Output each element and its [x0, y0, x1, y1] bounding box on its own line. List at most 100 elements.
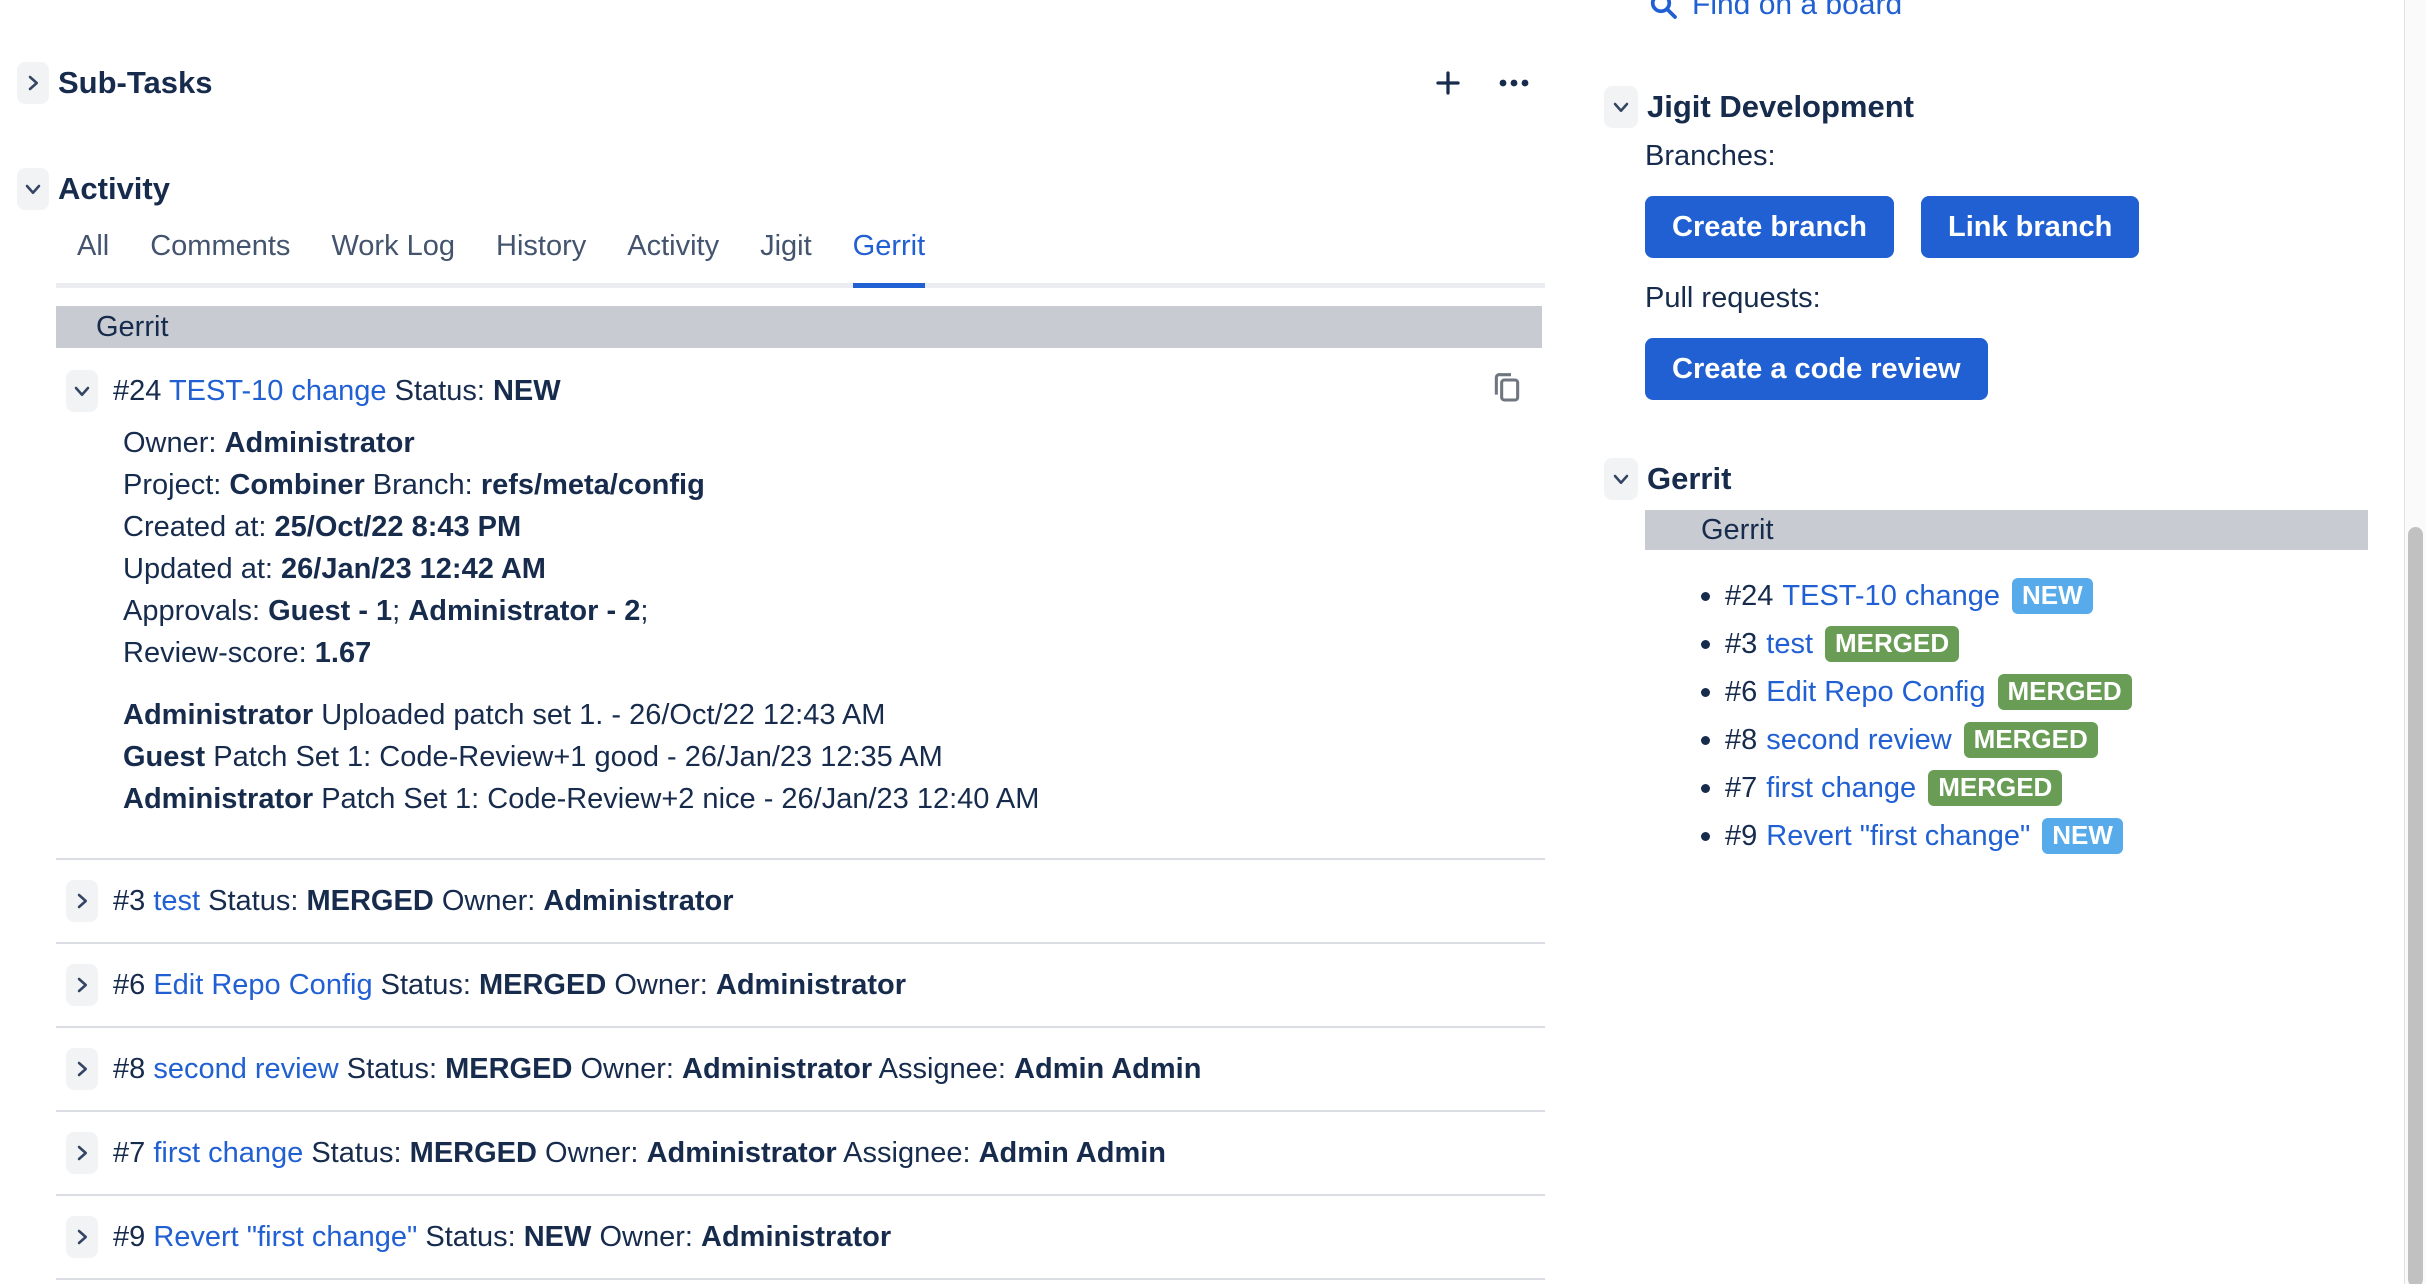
chevron-down-icon[interactable]	[17, 168, 49, 210]
chevron-down-icon[interactable]	[1604, 86, 1638, 128]
tab-history[interactable]: History	[496, 230, 586, 283]
change-link[interactable]: TEST-10 change	[1782, 580, 2000, 613]
owner-label: Owner:	[614, 969, 707, 1001]
more-actions-icon[interactable]	[1497, 77, 1531, 89]
tab-work-log[interactable]: Work Log	[331, 230, 455, 283]
status-label: Status:	[425, 1221, 515, 1253]
tab-jigit[interactable]: Jigit	[760, 230, 812, 283]
approvals-line: Approvals: Guest - 1; Administrator - 2;	[123, 590, 1545, 632]
change-link[interactable]: Edit Repo Config	[153, 969, 372, 1001]
list-item: #9 Revert "first change" NEW	[1645, 812, 2132, 860]
list-item: #3 test MERGED	[1645, 620, 2132, 668]
change-header-row: #24 TEST-10 change Status: NEW	[66, 370, 1545, 412]
review-score-value: 1.67	[315, 637, 371, 669]
status-value: MERGED	[445, 1053, 572, 1085]
change-id: #9	[113, 1221, 145, 1253]
change-link[interactable]: second review	[153, 1053, 338, 1085]
list-item: #24 TEST-10 change NEW	[1645, 572, 2132, 620]
assignee-value: Admin Admin	[1014, 1053, 1201, 1085]
change-link[interactable]: test	[1766, 628, 1813, 661]
search-icon	[1647, 0, 1679, 21]
status-badge: MERGED	[1964, 722, 2098, 758]
branches-label: Branches:	[1645, 140, 1776, 173]
gerrit-change-row: #6 Edit Repo Config Status: MERGED Owner…	[56, 942, 1545, 1026]
create-code-review-button[interactable]: Create a code review	[1645, 338, 1988, 400]
change-headline: #24 TEST-10 change Status: NEW	[113, 375, 561, 408]
review-score-line: Review-score: 1.67	[123, 632, 1545, 674]
chevron-right-icon[interactable]	[66, 964, 98, 1006]
change-link[interactable]: TEST-10 change	[169, 375, 387, 407]
status-value: NEW	[493, 375, 561, 407]
project-label: Project:	[123, 469, 221, 501]
chevron-right-icon[interactable]	[66, 1216, 98, 1258]
status-value: MERGED	[410, 1137, 537, 1169]
find-on-board-label: Find on a board	[1692, 0, 1902, 22]
find-on-board-link[interactable]: Find on a board	[1647, 0, 1902, 22]
scrollbar-track[interactable]	[2404, 0, 2426, 1284]
change-link[interactable]: first change	[153, 1137, 303, 1169]
change-id: #8	[113, 1053, 145, 1085]
change-details: Owner: Administrator Project: Combiner B…	[123, 422, 1545, 674]
chevron-right-icon[interactable]	[66, 1048, 98, 1090]
created-value: 25/Oct/22 8:43 PM	[275, 511, 522, 543]
chevron-right-icon[interactable]	[66, 880, 98, 922]
link-branch-button[interactable]: Link branch	[1921, 196, 2139, 258]
change-id: #8	[1725, 724, 1757, 757]
copy-icon[interactable]	[1491, 370, 1523, 406]
owner-label: Owner:	[123, 427, 216, 459]
change-messages: Administrator Uploaded patch set 1. - 26…	[123, 694, 1545, 820]
owner-line: Owner: Administrator	[123, 422, 1545, 464]
owner-label: Owner:	[442, 885, 535, 917]
message-author: Administrator	[123, 783, 313, 815]
approval-2: Administrator - 2	[408, 595, 640, 627]
change-id: #6	[1725, 676, 1757, 709]
change-link[interactable]: Revert "first change"	[1766, 820, 2030, 853]
owner-value: Administrator	[225, 427, 415, 459]
tab-all[interactable]: All	[77, 230, 109, 283]
change-link[interactable]: first change	[1766, 772, 1916, 805]
owner-label: Owner:	[580, 1053, 673, 1085]
sidebar-gerrit-panel-header: Gerrit	[1645, 510, 2368, 550]
owner-label: Owner:	[599, 1221, 692, 1253]
assignee-value: Admin Admin	[979, 1137, 1166, 1169]
scrollbar-thumb[interactable]	[2408, 527, 2423, 1284]
change-summary: #6 Edit Repo Config Status: MERGED Owner…	[113, 964, 906, 1006]
updated-line: Updated at: 26/Jan/23 12:42 AM	[123, 548, 1545, 590]
activity-title: Activity	[58, 171, 170, 207]
add-subtask-button[interactable]	[1433, 68, 1463, 98]
message-text: Patch Set 1: Code-Review+1 good - 26/Jan…	[213, 741, 943, 773]
change-id: #24	[113, 375, 161, 407]
change-id: #7	[1725, 772, 1757, 805]
change-summary: #9 Revert "first change" Status: NEW Own…	[113, 1216, 891, 1258]
change-link[interactable]: test	[153, 885, 200, 917]
chevron-right-icon[interactable]	[66, 1132, 98, 1174]
status-badge: MERGED	[1998, 674, 2132, 710]
chevron-down-icon[interactable]	[66, 370, 98, 412]
change-link[interactable]: Revert "first change"	[153, 1221, 417, 1253]
approval-1: Guest - 1	[268, 595, 392, 627]
sidebar-gerrit-header: Gerrit	[1604, 458, 1731, 500]
message-text: Uploaded patch set 1. - 26/Oct/22 12:43 …	[321, 699, 885, 731]
tab-comments[interactable]: Comments	[150, 230, 290, 283]
create-branch-button[interactable]: Create branch	[1645, 196, 1894, 258]
chevron-down-icon[interactable]	[1604, 458, 1638, 500]
subtasks-actions	[1433, 68, 1545, 98]
tab-gerrit[interactable]: Gerrit	[853, 230, 926, 283]
tab-activity[interactable]: Activity	[627, 230, 719, 283]
main-content: Sub-Tasks Activity All Comments Work Log…	[17, 62, 1545, 1280]
change-link[interactable]: Edit Repo Config	[1766, 676, 1985, 709]
jira-issue-page: Sub-Tasks Activity All Comments Work Log…	[0, 0, 2426, 1284]
message-line: Administrator Uploaded patch set 1. - 26…	[123, 694, 1545, 736]
gerrit-change-expanded: #24 TEST-10 change Status: NEW Owner: Ad…	[56, 370, 1545, 820]
sidebar-gerrit-title: Gerrit	[1647, 461, 1731, 497]
bullet-icon	[1701, 640, 1710, 649]
change-id: #24	[1725, 580, 1773, 613]
gerrit-change-row: #9 Revert "first change" Status: NEW Own…	[56, 1194, 1545, 1280]
jigit-development-title: Jigit Development	[1647, 89, 1914, 125]
bullet-icon	[1701, 592, 1710, 601]
change-id: #7	[113, 1137, 145, 1169]
change-link[interactable]: second review	[1766, 724, 1951, 757]
status-label: Status:	[208, 885, 298, 917]
assignee-label: Assignee:	[879, 1053, 1006, 1085]
chevron-right-icon[interactable]	[17, 62, 49, 104]
